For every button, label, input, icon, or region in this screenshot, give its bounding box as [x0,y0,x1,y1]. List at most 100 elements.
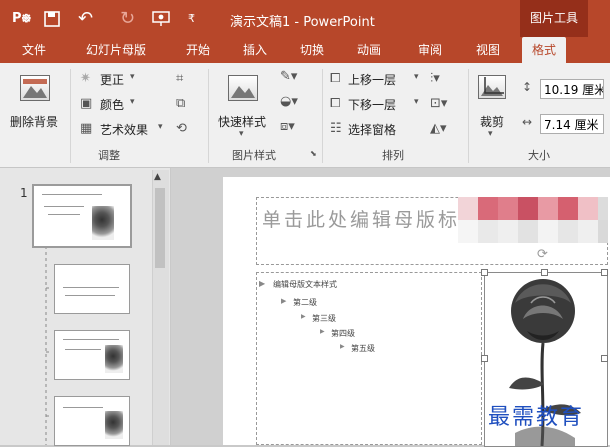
chevron-down-icon: ▾ [130,97,135,107]
group-icon[interactable]: ⊡▾ [430,96,447,111]
ribbon: 删除背景 ✷ 更正 ▾ ▣ 颜色 ▾ ▦ 艺术效果 ▾ ⌗ ⧉ ⟲ 调整 快速样… [0,63,610,168]
chevron-down-icon: ▾ [239,129,244,139]
text-level-3: 第三级 [312,314,336,323]
quick-styles-button[interactable]: 快速样式 ▾ [214,69,272,141]
crop-label: 裁剪 [480,115,505,129]
tab-insert[interactable]: 插入 [243,37,267,63]
align-icon[interactable]: ⫶▾ [430,71,440,86]
tab-slide-master[interactable]: 幻灯片母版 [86,37,146,63]
artistic-effects-icon: ▦ [80,121,93,136]
undo-icon[interactable]: ↶ [78,0,93,37]
artistic-effects-button[interactable]: ▦ 艺术效果 ▾ [80,121,172,139]
chevron-down-icon: ▾ [414,97,419,107]
tab-home[interactable]: 开始 [186,37,210,63]
crop-icon [478,75,506,99]
change-picture-icon[interactable]: ⧉ [176,96,185,111]
compress-pictures-icon[interactable]: ⌗ [176,71,183,86]
selection-pane-icon: ☷ [330,121,342,136]
corrections-label: 更正 [100,73,125,87]
thumb-photo [105,345,123,373]
text-placeholder[interactable] [256,272,482,445]
bullet-icon: ▶ [301,313,306,320]
artistic-effects-label: 艺术效果 [100,123,149,137]
tab-file[interactable]: 文件 [22,37,46,63]
arrange-group-label: 排列 [382,149,404,162]
divider [322,69,323,163]
thumb-text-line [44,206,84,207]
slide-number: 1 [20,186,28,200]
color-label: 颜色 [100,98,125,112]
customize-icon[interactable]: ₹ [188,0,195,37]
color-button[interactable]: ▣ 颜色 ▾ [80,96,158,114]
width-icon: ↔ [522,115,533,129]
reset-picture-icon[interactable]: ⟲ [176,121,187,136]
save-icon[interactable] [44,0,60,37]
slide-master-thumbnail[interactable] [32,184,132,248]
send-backward-label: 下移一层 [348,98,397,112]
resize-handle[interactable] [541,269,548,276]
thumb-title-line [63,407,103,408]
divider [70,69,71,163]
thumb-text-line [65,349,101,350]
rotate-icon[interactable]: ◭▾ [430,121,447,136]
send-backward-button[interactable]: ⧠ 下移一层 ▾ [330,96,422,114]
thumb-title-line [42,194,102,195]
remove-background-icon [20,75,50,101]
text-level-4: 第四级 [331,329,355,338]
bring-forward-button[interactable]: ⧠ 上移一层 ▾ [330,71,422,89]
text-level-5: 第五级 [351,344,375,353]
tab-animations[interactable]: 动画 [357,37,381,63]
thumb-photo [105,411,123,439]
divider [468,69,469,163]
rotate-handle-icon[interactable]: ⟳ [537,247,548,262]
text-level-2: 第二级 [293,298,317,307]
crop-button[interactable]: 裁剪 ▾ [474,69,512,141]
thumb-photo [92,206,114,240]
send-backward-icon: ⧠ [330,96,341,111]
title-placeholder-text: 单击此处编辑母版标题 [262,209,483,231]
bullet-icon: ▶ [281,297,287,305]
resize-handle[interactable] [601,355,608,362]
resize-handle[interactable] [601,269,608,276]
picture-styles-group-label: 图片样式 [232,149,276,162]
thumb-text-line [48,214,80,215]
layout-thumbnail[interactable] [54,330,130,380]
layout-thumbnail[interactable] [54,396,130,446]
selection-pane-button[interactable]: ☷ 选择窗格 [330,121,422,139]
resize-handle[interactable] [481,355,488,362]
slideshow-icon[interactable] [152,0,170,37]
thumb-text-line [65,295,115,296]
chevron-down-icon: ▾ [130,72,135,82]
layout-thumbnail[interactable] [54,264,130,314]
tab-review[interactable]: 审阅 [418,37,442,63]
picture-effects-icon[interactable]: ◒▾ [280,94,298,109]
ribbon-tabs: 文件 幻灯片母版 开始 插入 切换 动画 审阅 视图 格式 [0,37,610,63]
bring-forward-label: 上移一层 [348,73,397,87]
picture-layout-icon[interactable]: ⧈▾ [280,119,295,134]
height-input[interactable]: 10.19 厘米 [540,79,604,99]
sun-icon: ✷ [80,71,91,86]
scrollbar-thumb[interactable] [155,188,165,268]
bullet-icon: ▶ [259,279,266,288]
pixelated-region [458,197,608,243]
quick-styles-icon [228,75,258,101]
powerpoint-icon[interactable]: P᪥ [12,0,31,37]
tab-format[interactable]: 格式 [522,37,567,63]
tab-view[interactable]: 视图 [476,37,500,63]
tab-transitions[interactable]: 切换 [300,37,324,63]
color-icon: ▣ [80,96,93,111]
remove-background-button[interactable]: 删除背景 [4,69,66,139]
picture-border-icon[interactable]: ✎▾ [280,69,297,84]
scroll-up-icon[interactable]: ▲ [154,172,161,182]
corrections-button[interactable]: ✷ 更正 ▾ [80,71,158,89]
bring-forward-icon: ⧠ [330,71,341,86]
text-level-1: 编辑母版文本样式 [273,280,337,289]
resize-handle[interactable] [481,269,488,276]
remove-background-label: 删除背景 [10,115,59,129]
title-bar: P᪥ ↶ ↻ ₹ 演示文稿1 - PowerPoint 图片工具 [0,0,610,37]
selection-pane-label: 选择窗格 [348,123,397,137]
divider [208,69,209,163]
redo-icon[interactable]: ↻ [120,0,135,37]
width-input[interactable]: 7.14 厘米 [540,114,604,134]
dialog-launcher-icon[interactable]: ⬊ [310,149,317,158]
